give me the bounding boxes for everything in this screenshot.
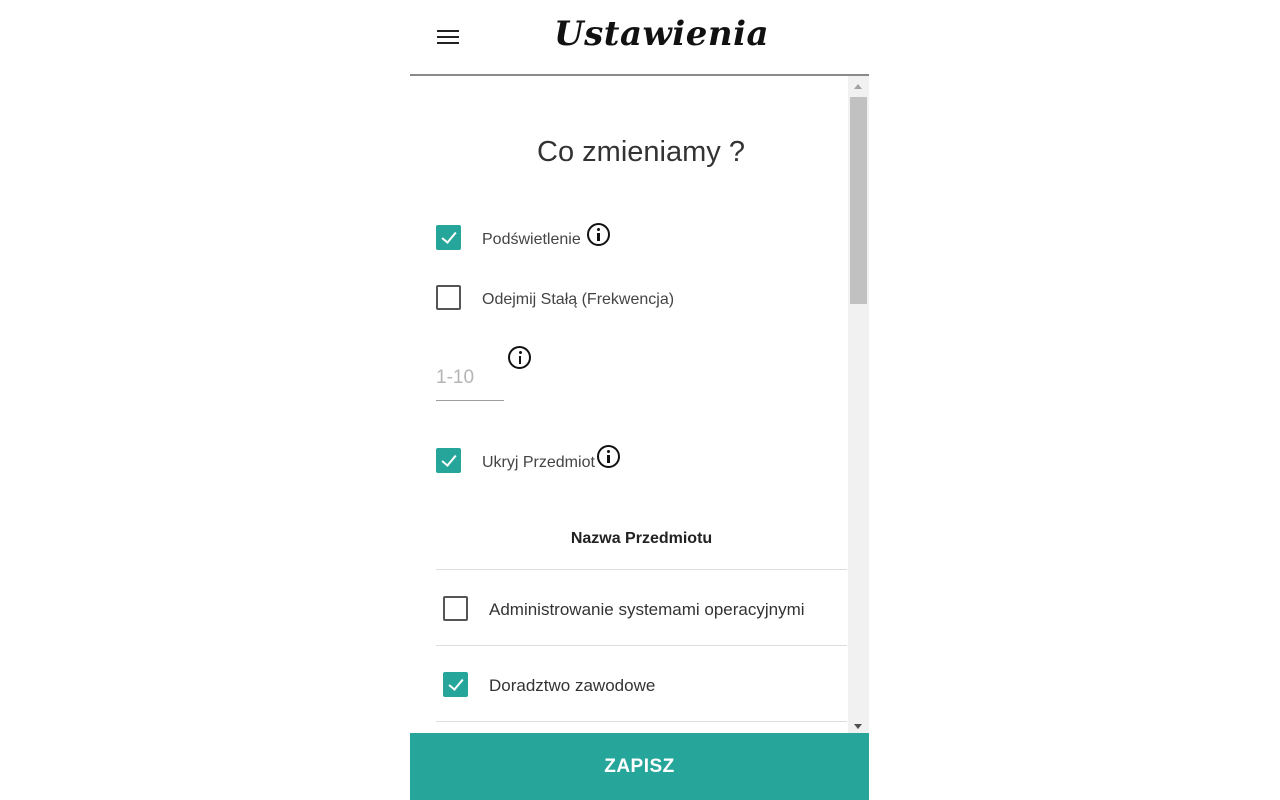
scroll-up-arrow-icon[interactable] xyxy=(854,84,862,89)
option-hide-subject: Ukryj Przedmiot xyxy=(436,444,620,474)
hide-subject-checkbox[interactable] xyxy=(436,447,461,473)
save-button[interactable]: ZAPISZ xyxy=(410,733,869,800)
option-highlight: Podświetlenie xyxy=(436,222,610,251)
highlight-info-icon[interactable] xyxy=(586,222,610,246)
hide-subject-info-icon[interactable] xyxy=(596,444,620,468)
subject-label: Administrowanie systemami operacyjnymi xyxy=(489,600,805,619)
option-subtract-constant: Odejmij Stałą (Frekwencja) xyxy=(436,283,674,311)
highlight-checkbox[interactable] xyxy=(436,224,461,250)
table-row: Administrowanie systemami operacyjnymi xyxy=(436,571,847,646)
table-row: Doradztwo zawodowe xyxy=(436,647,847,722)
settings-app: Ustawienia Co zmieniamy ? Podświetlenie … xyxy=(410,0,869,800)
subtract-constant-checkbox[interactable] xyxy=(436,284,461,310)
subtract-constant-label: Odejmij Stałą (Frekwencja) xyxy=(482,291,675,308)
hamburger-menu-icon[interactable] xyxy=(434,26,462,50)
section-heading: Co zmieniamy ? xyxy=(537,136,745,168)
settings-scroll-area[interactable]: Co zmieniamy ? Podświetlenie Odejmij Sta… xyxy=(410,76,869,733)
scrollbar-thumb[interactable] xyxy=(850,97,867,304)
constant-input[interactable] xyxy=(436,361,504,395)
page-title: Ustawienia xyxy=(554,14,770,54)
highlight-label: Podświetlenie xyxy=(482,231,581,248)
hide-subject-label: Ukryj Przedmiot xyxy=(482,454,595,471)
subjects-table-header: Nazwa Przedmiotu xyxy=(436,526,847,570)
scroll-down-arrow-icon[interactable] xyxy=(854,724,862,729)
constant-info-icon[interactable] xyxy=(508,346,531,369)
settings-content: Co zmieniamy ? Podświetlenie Odejmij Sta… xyxy=(410,76,848,733)
top-bar: Ustawienia xyxy=(410,0,869,76)
constant-field xyxy=(436,356,504,401)
subject-checkbox[interactable] xyxy=(443,595,468,621)
vertical-scrollbar[interactable] xyxy=(848,76,869,733)
subject-label: Doradztwo zawodowe xyxy=(489,676,656,695)
subject-checkbox[interactable] xyxy=(443,671,468,697)
